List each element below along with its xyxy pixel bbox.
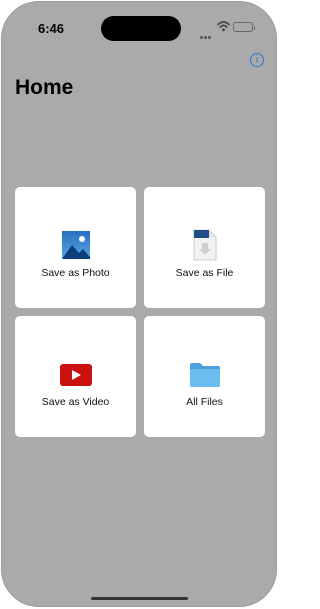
tile-label: All Files [186, 396, 223, 408]
photo-icon [15, 231, 136, 261]
all-files-tile[interactable]: All Files [144, 316, 265, 437]
status-indicators [200, 20, 260, 39]
phone-screen: 6:46 i Home Save as Photo Save as File S… [1, 1, 277, 607]
home-indicator[interactable] [91, 597, 188, 600]
info-icon[interactable]: i [250, 53, 264, 67]
save-as-video-tile[interactable]: Save as Video [15, 316, 136, 437]
document-icon [144, 229, 265, 261]
tile-label: Save as Video [41, 396, 110, 408]
dynamic-island [101, 16, 181, 41]
page-title: Home [15, 76, 74, 99]
tile-label: Save as Photo [41, 267, 110, 279]
save-as-file-tile[interactable]: Save as File [144, 187, 265, 308]
cellular-icon [200, 26, 212, 44]
save-as-photo-tile[interactable]: Save as Photo [15, 187, 136, 308]
wifi-icon [217, 21, 230, 32]
tile-label: Save as File [175, 267, 234, 279]
status-time: 6:46 [38, 21, 65, 36]
battery-icon [233, 22, 255, 32]
folder-icon [144, 362, 265, 392]
youtube-icon [15, 364, 136, 394]
